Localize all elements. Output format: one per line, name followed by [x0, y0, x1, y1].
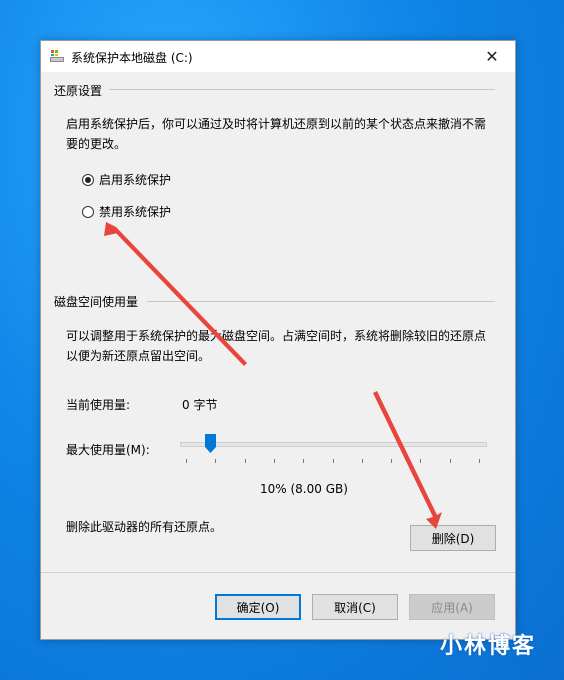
apply-button[interactable]: 应用(A) — [409, 594, 495, 620]
radio-unselected-icon — [82, 205, 94, 218]
current-usage-value: 0 字节 — [182, 398, 218, 412]
restore-settings-divider — [109, 89, 495, 90]
slider-tick — [186, 459, 187, 463]
slider-tick — [420, 459, 422, 463]
watermark: 小林博客 — [439, 634, 536, 659]
window-title: 系统保护本地磁盘 (C:) — [71, 51, 193, 65]
footer-separator — [41, 572, 515, 573]
radio-disable-protection[interactable]: 禁用系统保护 — [82, 203, 171, 220]
delete-description: 删除此驱动器的所有还原点。 — [66, 520, 223, 534]
radio-enable-protection[interactable]: 启用系统保护 — [82, 171, 171, 188]
restore-settings-description: 启用系统保护后，你可以通过及时将计算机还原到以前的某个状态点来撤消不需 要的更改… — [66, 117, 487, 151]
max-usage-value: 10% (8.00 GB) — [260, 482, 348, 496]
disk-usage-label: 磁盘空间使用量 — [54, 295, 139, 309]
max-usage-slider-thumb[interactable] — [205, 434, 216, 453]
slider-tick — [449, 459, 451, 463]
system-protection-dialog: 系统保护本地磁盘 (C:) ✕ 还原设置 启用系统保护后，你可以通过及时将计算机… — [40, 40, 516, 640]
disk-usage-divider — [147, 301, 495, 302]
slider-tick — [215, 459, 217, 463]
slider-tick — [361, 459, 363, 463]
slider-tick — [332, 459, 334, 463]
ok-button[interactable]: 确定(O) — [215, 594, 301, 620]
cancel-button[interactable]: 取消(C) — [312, 594, 398, 620]
slider-tick — [303, 459, 305, 463]
close-icon: ✕ — [485, 47, 499, 66]
slider-tick — [273, 459, 275, 463]
slider-tick — [479, 459, 480, 463]
title-bar: 系统保护本地磁盘 (C:) ✕ — [41, 41, 515, 72]
close-button[interactable]: ✕ — [469, 41, 515, 72]
drive-icon — [49, 48, 65, 64]
delete-button[interactable]: 删除(D) — [410, 525, 496, 551]
max-usage-label: 最大使用量(M): — [66, 443, 150, 457]
slider-tick — [244, 459, 246, 463]
radio-disable-label: 禁用系统保护 — [99, 205, 172, 219]
slider-tick — [391, 459, 393, 463]
restore-settings-label: 还原设置 — [54, 84, 103, 98]
radio-enable-label: 启用系统保护 — [99, 173, 172, 187]
max-usage-slider-track[interactable] — [180, 442, 487, 447]
disk-usage-description: 可以调整用于系统保护的最大磁盘空间。占满空间时，系统将删除较旧的还原点 以便为新… — [66, 329, 487, 363]
radio-selected-icon — [82, 173, 94, 186]
current-usage-label: 当前使用量: — [66, 398, 131, 412]
